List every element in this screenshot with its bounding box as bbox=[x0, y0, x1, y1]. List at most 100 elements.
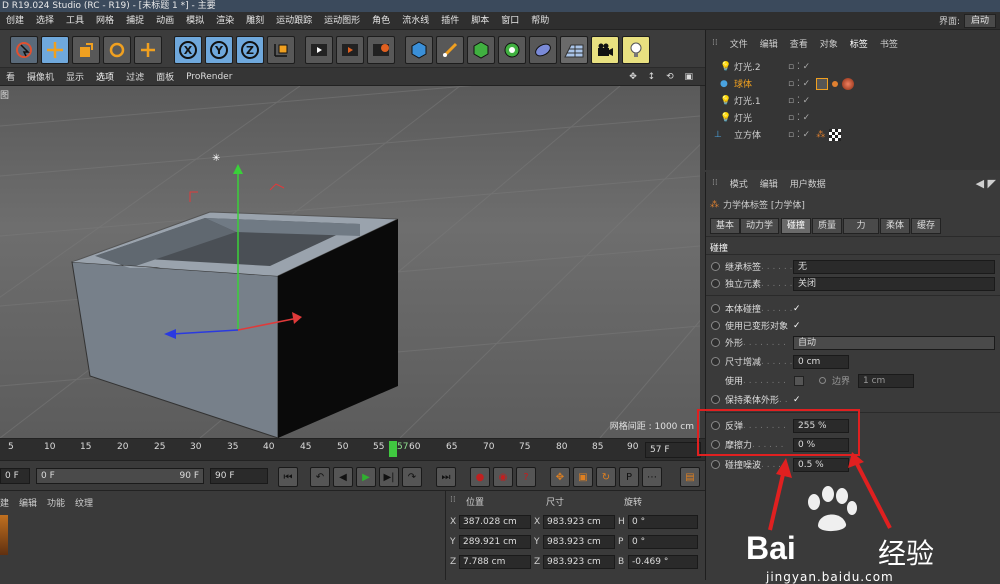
next-key-icon[interactable]: ↷ bbox=[402, 467, 422, 487]
menu-help[interactable]: 帮助 bbox=[525, 12, 555, 30]
size-x-field[interactable]: 983.923 cm bbox=[543, 515, 615, 529]
menu-mograph[interactable]: 运动图形 bbox=[318, 12, 366, 30]
menu-window[interactable]: 窗口 bbox=[495, 12, 525, 30]
obj-menu-edit[interactable]: 编辑 bbox=[760, 37, 778, 50]
viewport-menu-options[interactable]: 选项 bbox=[90, 70, 120, 83]
obj-menu-objects[interactable]: 对象 bbox=[820, 37, 838, 50]
border-field[interactable]: 1 cm bbox=[858, 373, 914, 388]
floor-grid-icon[interactable] bbox=[560, 36, 588, 64]
menu-character[interactable]: 角色 bbox=[366, 12, 396, 30]
goto-start-icon[interactable]: ⏮ bbox=[278, 467, 298, 487]
camera-icon[interactable] bbox=[591, 36, 619, 64]
animate-radio-icon[interactable] bbox=[711, 262, 720, 271]
start-frame-field[interactable]: 0 F bbox=[0, 468, 30, 484]
x-axis-lock-icon[interactable]: X bbox=[174, 36, 202, 64]
tab-mass[interactable]: 质量 bbox=[812, 218, 843, 234]
nav-back-forward-icon[interactable]: ◀ ◤ bbox=[976, 177, 1000, 190]
mat-menu-function[interactable]: 功能 bbox=[47, 496, 65, 509]
light-bulb-icon[interactable] bbox=[622, 36, 650, 64]
visibility-dots-icon[interactable]: ▫ ⁚ ✓ bbox=[788, 113, 810, 123]
key-scale-icon[interactable]: ▣ bbox=[573, 467, 593, 487]
menu-pipeline[interactable]: 流水线 bbox=[396, 12, 435, 30]
animate-radio-icon[interactable] bbox=[819, 377, 826, 384]
obj-menu-view[interactable]: 查看 bbox=[790, 37, 808, 50]
rot-h-field[interactable]: 0 ° bbox=[628, 515, 698, 529]
menu-create[interactable]: 创建 bbox=[0, 12, 30, 30]
tab-basic[interactable]: 基本 bbox=[710, 218, 741, 234]
playhead-marker[interactable] bbox=[389, 441, 397, 457]
goto-end-icon[interactable]: ⏭ bbox=[436, 467, 456, 487]
animate-radio-icon[interactable] bbox=[711, 304, 720, 313]
mat-menu-edit[interactable]: 编辑 bbox=[19, 496, 37, 509]
viewport-menu-panel[interactable]: 面板 bbox=[150, 70, 180, 83]
key-position-icon[interactable]: ✥ bbox=[550, 467, 570, 487]
tab-cache[interactable]: 缓存 bbox=[911, 218, 942, 234]
end-frame-field[interactable]: 90 F bbox=[210, 468, 268, 484]
key-pla-icon[interactable]: ⋯ bbox=[642, 467, 662, 487]
menu-mesh[interactable]: 网格 bbox=[90, 12, 120, 30]
inherit-tag-select[interactable]: 无 bbox=[793, 259, 995, 274]
coordinate-system-icon[interactable] bbox=[267, 36, 295, 64]
object-row[interactable]: 💡 灯光.1 ▫ ⁚ ✓ bbox=[706, 92, 1000, 109]
obj-menu-tags[interactable]: 标签 bbox=[850, 37, 868, 50]
rotate-icon[interactable] bbox=[103, 36, 131, 64]
obj-menu-bookmarks[interactable]: 书签 bbox=[880, 37, 898, 50]
prev-key-icon[interactable]: ↶ bbox=[310, 467, 330, 487]
cube-primitive-icon[interactable] bbox=[405, 36, 433, 64]
menu-motion-tracking[interactable]: 运动跟踪 bbox=[270, 12, 318, 30]
menu-sculpt[interactable]: 雕刻 bbox=[240, 12, 270, 30]
size-increment-field[interactable]: 0 cm bbox=[793, 354, 849, 369]
menu-snap[interactable]: 捕捉 bbox=[120, 12, 150, 30]
key-help-icon[interactable]: ? bbox=[516, 467, 536, 487]
object-row[interactable]: ⊥ 立方体 ▫ ⁚ ✓ ⁂ bbox=[706, 126, 1000, 143]
pos-z-field[interactable]: 7.788 cm bbox=[459, 555, 531, 569]
menu-animate[interactable]: 动画 bbox=[150, 12, 180, 30]
selection-arrow-icon[interactable] bbox=[10, 36, 38, 64]
obj-menu-file[interactable]: 文件 bbox=[730, 37, 748, 50]
pos-x-field[interactable]: 387.028 cm bbox=[459, 515, 531, 529]
record-keys-icon[interactable]: ● bbox=[470, 467, 490, 487]
viewport-menu-cameras[interactable]: 摄像机 bbox=[21, 70, 60, 83]
material-tag-icon[interactable] bbox=[842, 77, 855, 90]
shape-select[interactable]: 自动 bbox=[793, 335, 995, 350]
menu-simulate[interactable]: 模拟 bbox=[180, 12, 210, 30]
pos-y-field[interactable]: 289.921 cm bbox=[459, 535, 531, 549]
menu-tools[interactable]: 工具 bbox=[60, 12, 90, 30]
play-icon[interactable]: ▶ bbox=[356, 467, 376, 487]
tab-collision[interactable]: 碰撞 bbox=[781, 218, 812, 234]
dynamics-tag-icon[interactable]: ⁂ bbox=[816, 130, 825, 140]
attr-menu-mode[interactable]: 模式 bbox=[730, 177, 748, 190]
menu-script[interactable]: 脚本 bbox=[465, 12, 495, 30]
rot-p-field[interactable]: 0 ° bbox=[628, 535, 698, 549]
viewport-nav-icons[interactable]: ✥ ↕ ⟲ ▣ bbox=[629, 72, 705, 82]
prev-frame-icon[interactable]: ◀ bbox=[333, 467, 353, 487]
deformer-icon[interactable] bbox=[529, 36, 557, 64]
viewport-menu-view[interactable]: 看 bbox=[0, 70, 21, 83]
animate-radio-icon[interactable] bbox=[711, 321, 720, 330]
scale-icon[interactable] bbox=[72, 36, 100, 64]
visibility-dots-icon[interactable]: ▫ ⁚ ✓ bbox=[788, 130, 810, 140]
menu-render[interactable]: 渲染 bbox=[210, 12, 240, 30]
animate-radio-icon[interactable] bbox=[711, 279, 720, 288]
viewport-menu-prorender[interactable]: ProRender bbox=[180, 72, 238, 82]
tab-softbody[interactable]: 柔体 bbox=[880, 218, 911, 234]
animate-radio-icon[interactable] bbox=[711, 460, 720, 469]
attr-menu-edit[interactable]: 编辑 bbox=[760, 177, 778, 190]
animate-radio-icon[interactable] bbox=[711, 395, 720, 404]
frame-range-slider[interactable]: 0 F 90 F bbox=[36, 468, 204, 484]
menu-select[interactable]: 选择 bbox=[30, 12, 60, 30]
menu-plugins[interactable]: 插件 bbox=[435, 12, 465, 30]
render-picture-icon[interactable] bbox=[336, 36, 364, 64]
timeline-ruler[interactable]: 5 10 15 20 25 30 35 40 45 50 55 57 60 65… bbox=[0, 438, 705, 460]
y-axis-lock-icon[interactable]: Y bbox=[205, 36, 233, 64]
animate-radio-icon[interactable] bbox=[711, 338, 720, 347]
cloner-icon[interactable] bbox=[498, 36, 526, 64]
render-settings-icon[interactable] bbox=[367, 36, 395, 64]
size-y-field[interactable]: 983.923 cm bbox=[543, 535, 615, 549]
keep-softbody-checkbox[interactable]: ✓ bbox=[793, 395, 801, 405]
size-z-field[interactable]: 983.923 cm bbox=[543, 555, 615, 569]
object-row[interactable]: ● 球体 ▫ ⁚ ✓ bbox=[706, 75, 1000, 92]
current-frame-field[interactable]: 57 F bbox=[645, 442, 701, 458]
tab-dynamics[interactable]: 动力学 bbox=[740, 218, 780, 234]
visibility-dots-icon[interactable]: ▫ ⁚ ✓ bbox=[788, 79, 810, 89]
